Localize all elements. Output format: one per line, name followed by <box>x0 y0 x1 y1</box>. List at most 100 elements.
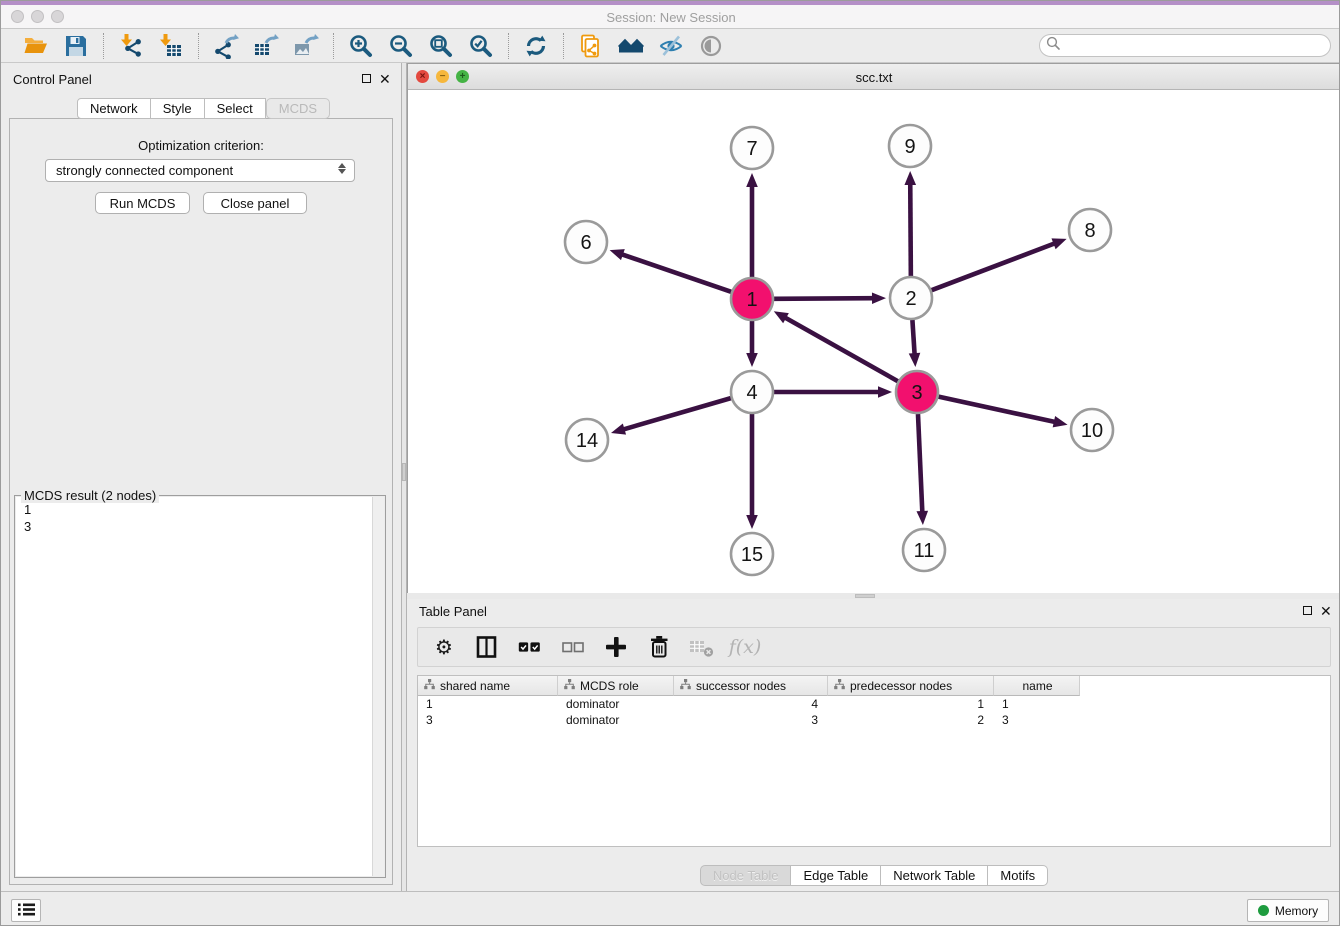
graph-node-11[interactable]: 11 <box>903 529 945 571</box>
open-session-icon[interactable] <box>23 33 49 59</box>
control-panel-title: Control Panel <box>13 72 92 87</box>
graph-node-15[interactable]: 15 <box>731 533 773 575</box>
graph-edge-4-14[interactable] <box>611 398 731 435</box>
zoom-in-icon[interactable] <box>348 33 374 59</box>
control-panel-close-button[interactable]: ✕ <box>379 73 391 85</box>
search-input[interactable] <box>1061 39 1311 53</box>
mcds-result-scrollbar[interactable] <box>372 497 384 876</box>
deselect-all-icon[interactable] <box>559 634 587 660</box>
graph-edge-3-10[interactable] <box>938 397 1067 428</box>
show-all-icon[interactable] <box>698 33 724 59</box>
graph-edge-1-6[interactable] <box>610 249 732 292</box>
home-view-icon[interactable] <box>618 33 644 59</box>
vertical-splitter-handle[interactable] <box>402 463 406 481</box>
zoom-out-icon[interactable] <box>388 33 414 59</box>
tree-icon <box>424 679 435 693</box>
save-session-icon[interactable] <box>63 33 89 59</box>
application-window: Session: New Session Control Panel ✕ Net… <box>0 0 1340 926</box>
table-tab-edge-table[interactable]: Edge Table <box>791 865 881 886</box>
search-icon <box>1046 36 1061 56</box>
graph-node-9[interactable]: 9 <box>889 125 931 167</box>
network-canvas[interactable]: 7 9 6 8 1 2 4 3 14 10 15 11 <box>408 90 1340 593</box>
control-tab-network[interactable]: Network <box>77 98 151 119</box>
graph-node-8[interactable]: 8 <box>1069 209 1111 251</box>
graph-node-6[interactable]: 6 <box>565 221 607 263</box>
control-tab-select[interactable]: Select <box>205 98 266 119</box>
graph-node-1[interactable]: 1 <box>731 278 773 320</box>
control-tab-style[interactable]: Style <box>151 98 205 119</box>
export-table-icon[interactable] <box>253 33 279 59</box>
control-panel-float-button[interactable] <box>362 74 371 83</box>
mcds-result-list[interactable]: 1 3 <box>16 497 384 876</box>
graph-node-2[interactable]: 2 <box>890 277 932 319</box>
graph-node-3[interactable]: 3 <box>896 371 938 413</box>
network-graph: 7 9 6 8 1 2 4 3 14 10 15 11 <box>408 90 1340 593</box>
table-panel-float-button[interactable] <box>1303 606 1312 615</box>
export-image-icon[interactable] <box>293 33 319 59</box>
graph-node-7[interactable]: 7 <box>731 127 773 169</box>
copy-network-icon[interactable] <box>578 33 604 59</box>
table-tab-node-table[interactable]: Node Table <box>700 865 792 886</box>
window-title: Session: New Session <box>1 10 1340 25</box>
delete-column-icon[interactable] <box>645 634 673 660</box>
search-box <box>1039 34 1331 57</box>
graph-edge-4-3[interactable] <box>774 386 892 398</box>
svg-text:1: 1 <box>746 289 757 311</box>
column-header-predecessor-nodes[interactable]: predecessor nodes <box>828 676 994 696</box>
graph-node-4[interactable]: 4 <box>731 371 773 413</box>
import-table-icon[interactable] <box>158 33 184 59</box>
select-all-icon[interactable] <box>516 634 544 660</box>
table-tab-network-table[interactable]: Network Table <box>881 865 988 886</box>
graph-edge-3-1[interactable] <box>774 311 898 381</box>
table-cell: 1 <box>418 696 558 712</box>
svg-text:10: 10 <box>1081 420 1103 442</box>
run-mcds-button[interactable]: Run MCDS <box>95 192 190 214</box>
graph-node-14[interactable]: 14 <box>566 419 608 461</box>
export-network-icon[interactable] <box>213 33 239 59</box>
hide-selected-icon[interactable] <box>658 33 684 59</box>
graph-edge-2-8[interactable] <box>932 238 1067 290</box>
graph-edge-3-11[interactable] <box>916 414 928 525</box>
table-cell: 3 <box>418 712 558 728</box>
table-row[interactable]: 1dominator411 <box>418 696 1330 712</box>
table-cell: 2 <box>828 712 994 728</box>
close-panel-button[interactable]: Close panel <box>203 192 307 214</box>
horizontal-splitter-handle[interactable] <box>855 594 875 598</box>
mcds-result-groupbox: 1 3 MCDS result (2 nodes) <box>14 495 386 878</box>
zoom-fit-icon[interactable] <box>428 33 454 59</box>
table-panel: Table Panel ✕ ⚙f(x) shared nameMCDS role… <box>407 599 1340 891</box>
table-cell: dominator <box>558 696 674 712</box>
graph-edge-2-9[interactable] <box>904 171 916 276</box>
table-cell: dominator <box>558 712 674 728</box>
apply-function-icon: f(x) <box>731 634 759 660</box>
graph-edge-1-4[interactable] <box>746 321 758 367</box>
table-cell: 4 <box>674 696 828 712</box>
column-header-name[interactable]: name <box>994 676 1080 696</box>
graph-edge-4-15[interactable] <box>746 414 758 529</box>
task-history-button[interactable] <box>11 899 41 922</box>
add-column-icon[interactable] <box>602 634 630 660</box>
table-cell: 3 <box>674 712 828 728</box>
svg-text:6: 6 <box>580 232 591 254</box>
network-window-titlebar[interactable]: × − + scc.txt <box>408 64 1340 90</box>
table-panel-close-button[interactable]: ✕ <box>1320 605 1332 617</box>
graph-edge-1-7[interactable] <box>746 173 758 277</box>
memory-button[interactable]: Memory <box>1247 899 1329 922</box>
column-header-shared-name[interactable]: shared name <box>418 676 558 696</box>
table-tab-motifs[interactable]: Motifs <box>988 865 1048 886</box>
column-header-mcds-role[interactable]: MCDS role <box>558 676 674 696</box>
graph-node-10[interactable]: 10 <box>1071 409 1113 451</box>
graph-edge-1-2[interactable] <box>774 292 886 304</box>
tree-icon <box>834 679 845 693</box>
column-header-successor-nodes[interactable]: successor nodes <box>674 676 828 696</box>
refresh-layout-icon[interactable] <box>523 33 549 59</box>
graph-edge-2-3[interactable] <box>909 320 921 367</box>
optimization-criterion-dropdown[interactable]: strongly connected component <box>45 159 355 182</box>
table-row[interactable]: 3dominator323 <box>418 712 1330 728</box>
control-tab-mcds[interactable]: MCDS <box>266 98 330 119</box>
import-network-icon[interactable] <box>118 33 144 59</box>
svg-text:14: 14 <box>576 430 598 452</box>
zoom-selected-icon[interactable] <box>468 33 494 59</box>
column-layout-icon[interactable] <box>473 634 501 660</box>
settings-gear-icon[interactable]: ⚙ <box>430 634 458 660</box>
